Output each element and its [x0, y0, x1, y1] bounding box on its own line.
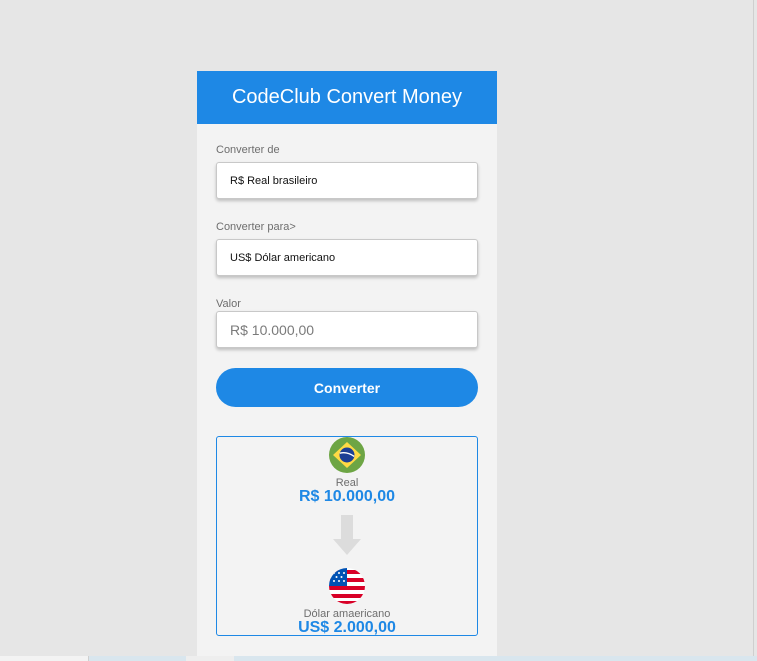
convert-button[interactable]: Converter — [216, 368, 478, 407]
to-currency-select[interactable]: US$ Dólar americano — [216, 239, 478, 276]
app-title: CodeClub Convert Money — [231, 86, 463, 108]
page: CodeClub Convert Money Converter de R$ R… — [0, 0, 757, 661]
arrow-down-icon — [333, 515, 361, 555]
to-currency-amount: US$ 2.000,00 — [298, 619, 396, 636]
convert-button-label: Converter — [313, 379, 381, 396]
taskbar-item[interactable] — [186, 656, 234, 661]
from-currency-amount: R$ 10.000,00 — [298, 488, 396, 505]
taskbar-strip — [0, 656, 757, 661]
brazil-flag-icon — [329, 437, 365, 473]
amount-input[interactable]: R$ 10.000,00 — [216, 311, 478, 348]
amount-placeholder: R$ 10.000,00 — [230, 321, 315, 338]
to-currency-label: Converter para> — [216, 221, 296, 233]
amount-label: Valor — [216, 298, 241, 310]
conversion-result: Real R$ 10.000,00 Dólar amaericano US$ 2… — [216, 436, 478, 636]
window-edge — [753, 0, 754, 661]
from-currency-value: R$ Real brasileiro — [230, 174, 318, 187]
app-header: CodeClub Convert Money — [197, 71, 497, 124]
taskbar-item[interactable] — [0, 656, 89, 661]
usa-flag-icon — [329, 568, 365, 604]
from-currency-select[interactable]: R$ Real brasileiro — [216, 162, 478, 199]
from-currency-label: Converter de — [216, 144, 280, 156]
converter-card: CodeClub Convert Money Converter de R$ R… — [197, 71, 497, 661]
to-currency-value: US$ Dólar americano — [230, 251, 336, 264]
